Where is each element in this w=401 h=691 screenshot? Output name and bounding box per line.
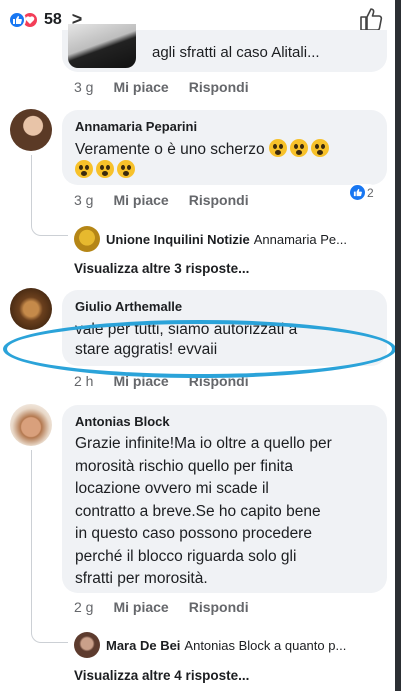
like-reaction-icon [8,10,26,29]
avatar [74,226,100,252]
comment-text-line: morosità rischio quello per finita [75,457,293,475]
avatar[interactable] [10,109,52,151]
reaction-count: 58 [44,10,62,28]
comment-author[interactable]: Antonias Block [75,414,170,429]
scrollbar[interactable] [395,0,401,691]
shocked-emoji-icon [268,139,287,157]
comment-actions: 2 g Mi piace Rispondi [74,599,249,615]
like-link[interactable]: Mi piace [113,599,168,615]
reply-link[interactable]: Rispondi [189,192,249,208]
thread-line [31,450,32,630]
comment-bubble: Antonias Block Grazie infinite!Ma io olt… [62,405,387,593]
shocked-emoji-icon [310,139,329,157]
avatar[interactable] [10,288,52,330]
thread-connector [31,612,68,643]
reply-snippet: Annamaria Pe... [253,231,347,247]
reply-author: Unione Inquilini Notizie [106,231,250,247]
reply-link[interactable]: Rispondi [189,79,249,95]
comment-actions: 3 g Mi piace Rispondi [74,79,249,95]
comment-text-line: locazione ovvero mi scade il [75,480,269,497]
comment-time: 3 g [74,79,94,95]
comment-author[interactable]: Annamaria Peparini [75,119,197,134]
comment-time: 3 g [74,192,94,208]
reply-author: Mara De Bei [106,637,181,653]
comment-actions: 3 g Mi piace Rispondi [74,192,249,208]
reply-preview[interactable]: Mara De Bei Antonias Block a quanto p... [74,632,346,658]
highlight-ellipse [3,320,396,378]
reply-link[interactable]: Rispondi [189,599,249,615]
shocked-emoji-icon [96,160,114,178]
view-more-replies[interactable]: Visualizza altre 3 risposte... [74,261,249,276]
comment-time: 2 g [74,599,94,615]
comment-text: agli sfratti al caso Alitali... [152,44,320,61]
comment-text: Grazie infinite!Ma io oltre a quello per… [75,433,385,591]
like-reaction-icon [350,185,365,200]
comment-time: 2 h [74,373,94,389]
avatar [68,24,136,68]
like-link[interactable]: Mi piace [113,192,168,208]
comment-author[interactable]: Giulio Arthemalle [75,299,182,314]
avatar [74,632,100,658]
comment-text-line: Veramente o è uno scherzo [75,141,265,158]
reaction-badge-count: 2 [367,185,374,200]
comment-bubble: agli sfratti al caso Alitali... [62,24,387,72]
reply-preview[interactable]: Unione Inquilini Notizie Annamaria Pe... [74,226,347,252]
comment-text: Veramente o è uno scherzo [75,139,380,181]
shocked-emoji-icon [75,160,93,178]
comment-text-line: perché il blocco riguarda solo gli [75,547,297,565]
like-link[interactable]: Mi piace [113,79,168,95]
comment-text-line: in questo caso possono procedere [75,525,312,542]
view-more-replies[interactable]: Visualizza altre 4 risposte... [74,668,249,683]
shocked-emoji-icon [117,160,135,178]
avatar[interactable] [10,404,52,446]
comment-reaction-badge[interactable]: 2 [347,184,377,201]
thread-connector [31,205,68,236]
reply-snippet: Antonias Block a quanto p... [184,637,347,653]
comment-bubble: Annamaria Peparini Veramente o è uno sch… [62,110,387,185]
shocked-emoji-icon [289,139,308,157]
comment-text-line: Grazie infinite!Ma io oltre a quello per [75,435,332,452]
comment-text-line: contratto a breve.Se ho capito bene [75,502,321,520]
comment-text-line: sfratti per morosità. [75,570,208,587]
